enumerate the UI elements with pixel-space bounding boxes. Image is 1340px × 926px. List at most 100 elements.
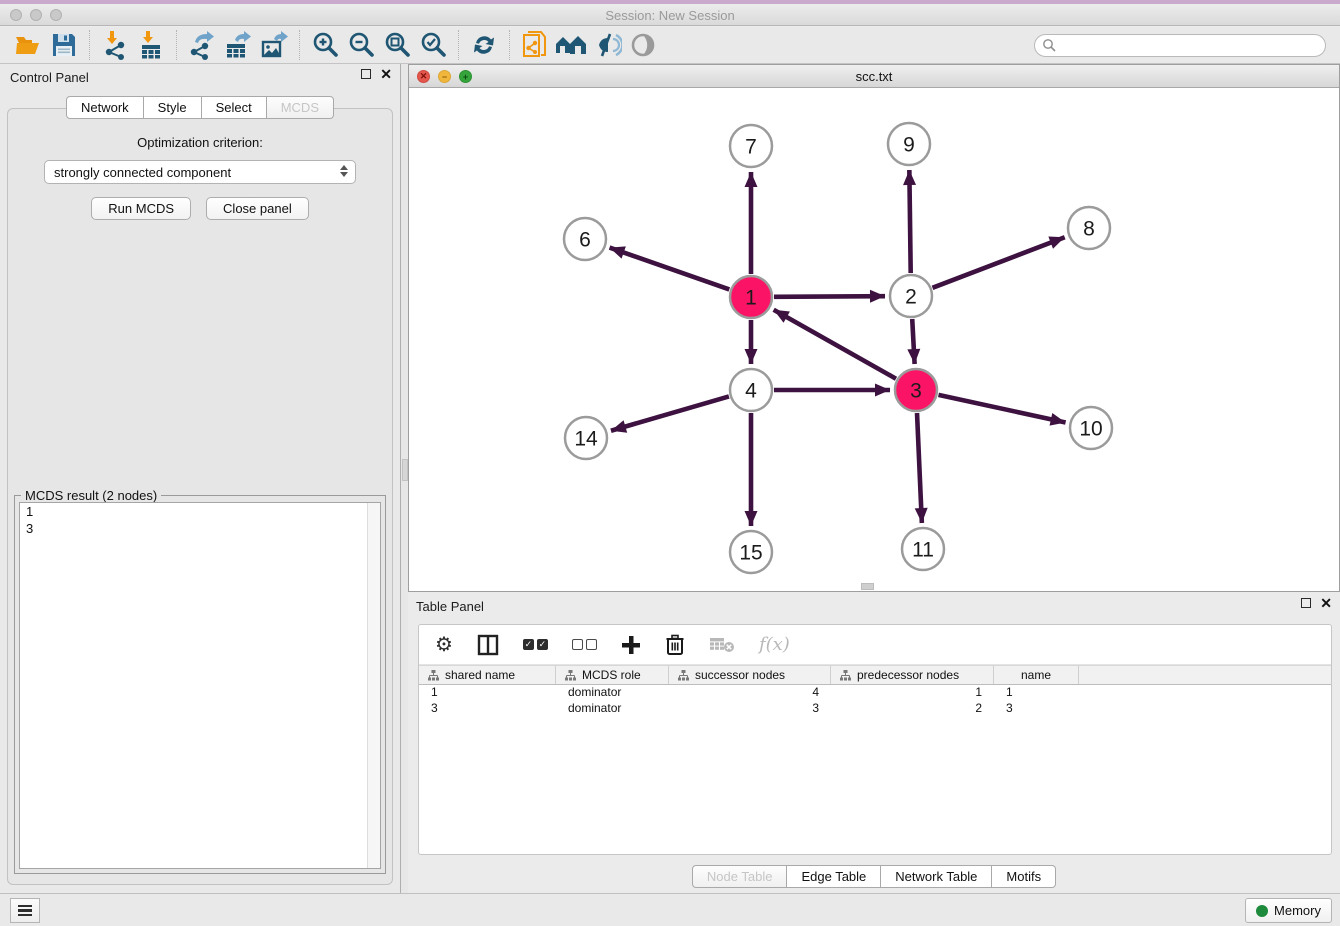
graph-edge-arrowhead (745, 172, 758, 187)
table-toolbar: ⚙ ✓✓ f(x) (419, 625, 1331, 665)
graph-edge-1-6[interactable] (610, 248, 730, 290)
column-header-label: successor nodes (695, 668, 785, 682)
close-panel-button[interactable]: Close panel (206, 197, 309, 220)
graph-edge-arrowhead (870, 290, 885, 303)
mcds-panel: Optimization criterion: strongly connect… (7, 108, 393, 885)
split-columns-icon[interactable] (477, 634, 499, 656)
graph-edge-3-10[interactable] (938, 395, 1065, 423)
open-session-icon[interactable] (10, 29, 46, 61)
graph-edge-3-11[interactable] (917, 413, 922, 523)
graph-edge-arrowhead (611, 420, 627, 432)
column-header-MCDS-role[interactable]: MCDS role (556, 666, 669, 684)
function-builder-icon[interactable]: f(x) (759, 634, 790, 655)
export-table-icon[interactable] (220, 29, 256, 61)
graph-edge-arrowhead (610, 246, 626, 258)
column-header-name[interactable]: name (994, 666, 1079, 684)
network-canvas[interactable]: 7968124314101511 (409, 88, 1339, 591)
network-view-window: ✕ − + scc.txt 7968124314101511 (408, 64, 1340, 592)
run-mcds-button[interactable]: Run MCDS (91, 197, 191, 220)
table-row[interactable]: 1dominator411 (419, 685, 1331, 701)
graph-edge-2-9[interactable] (909, 170, 910, 273)
graph-node-label: 9 (903, 133, 915, 156)
column-type-icon (678, 670, 689, 681)
zoom-out-icon[interactable] (343, 29, 379, 61)
column-header-label: MCDS role (582, 668, 641, 682)
table-row[interactable]: 3dominator323 (419, 701, 1331, 717)
column-type-icon (840, 670, 851, 681)
tab-style[interactable]: Style (144, 96, 202, 119)
column-header-shared-name[interactable]: shared name (419, 666, 556, 684)
add-column-icon[interactable] (621, 635, 641, 655)
import-table-icon[interactable] (133, 29, 169, 61)
table-header-row: shared name MCDS role successor nodes prede… (419, 665, 1331, 685)
table-cell: 1 (994, 685, 1079, 701)
tab-network[interactable]: Network (66, 96, 144, 119)
node-table-card: ⚙ ✓✓ f(x) shared name MCDS role successor … (418, 624, 1332, 855)
graph-edge-arrowhead (915, 508, 928, 523)
close-table-panel-icon[interactable]: ✕ (1320, 598, 1332, 608)
table-tabs: Node Table Edge Table Network Table Moti… (408, 865, 1340, 888)
graph-node-label: 14 (574, 427, 598, 450)
gear-icon[interactable]: ⚙ (435, 635, 453, 655)
mcds-result-item: 3 (20, 520, 380, 537)
zoom-in-icon[interactable] (307, 29, 343, 61)
graph-edge-arrowhead (907, 349, 920, 364)
close-panel-icon[interactable]: ✕ (380, 69, 392, 79)
status-bar: Memory (0, 893, 1340, 926)
zoom-fit-icon[interactable] (379, 29, 415, 61)
result-scrollbar[interactable] (367, 503, 380, 868)
graph-edge-2-8[interactable] (932, 237, 1064, 288)
memory-button[interactable]: Memory (1245, 898, 1332, 923)
toolbar-separator (509, 30, 510, 60)
toolbar-separator (299, 30, 300, 60)
table-cell: 3 (669, 701, 831, 717)
first-neighbors-icon[interactable] (553, 29, 589, 61)
graph-node-label: 6 (579, 228, 591, 251)
graph-node-label: 4 (745, 379, 757, 402)
column-header-successor-nodes[interactable]: successor nodes (669, 666, 831, 684)
select-all-columns-icon[interactable]: ✓✓ (523, 639, 548, 650)
graph-edge-4-14[interactable] (611, 396, 729, 430)
graph-node-label: 7 (745, 135, 757, 158)
column-header-predecessor-nodes[interactable]: predecessor nodes (831, 666, 994, 684)
table-cell: 3 (419, 701, 556, 717)
hide-selected-icon[interactable] (589, 29, 625, 61)
graph-node-label: 2 (905, 285, 917, 308)
criterion-value: strongly connected component (54, 165, 231, 180)
tab-select[interactable]: Select (202, 96, 267, 119)
export-image-icon[interactable] (256, 29, 292, 61)
column-header-label: name (1021, 668, 1051, 682)
tab-network-table[interactable]: Network Table (881, 865, 992, 888)
float-panel-icon[interactable] (361, 69, 371, 79)
new-network-icon[interactable] (517, 29, 553, 61)
tab-motifs[interactable]: Motifs (992, 865, 1056, 888)
graph-node-label: 1 (745, 286, 757, 309)
float-table-panel-icon[interactable] (1301, 598, 1311, 608)
graph-edge-3-1[interactable] (774, 310, 896, 379)
refresh-icon[interactable] (466, 29, 502, 61)
main-toolbar (0, 27, 1340, 64)
mcds-result-list[interactable]: 1 3 (19, 502, 381, 869)
show-all-icon[interactable] (625, 29, 661, 61)
search-input[interactable] (1034, 34, 1326, 57)
export-network-icon[interactable] (184, 29, 220, 61)
tab-node-table[interactable]: Node Table (692, 865, 788, 888)
delete-table-icon[interactable] (709, 636, 735, 654)
zoom-selected-icon[interactable] (415, 29, 451, 61)
graph-edge-arrowhead (903, 170, 916, 185)
app-title: Session: New Session (0, 8, 1340, 23)
toolbar-separator (176, 30, 177, 60)
canvas-resize-grip[interactable] (861, 583, 874, 590)
network-window-titlebar[interactable]: ✕ − + scc.txt (409, 65, 1339, 88)
criterion-select[interactable]: strongly connected component (44, 160, 356, 184)
graph-edge-1-2[interactable] (774, 296, 885, 297)
import-network-icon[interactable] (97, 29, 133, 61)
tab-edge-table[interactable]: Edge Table (787, 865, 881, 888)
save-session-icon[interactable] (46, 29, 82, 61)
panel-splitter[interactable] (400, 64, 408, 893)
deselect-all-columns-icon[interactable] (572, 639, 597, 650)
task-history-button[interactable] (10, 898, 40, 923)
delete-column-icon[interactable] (665, 634, 685, 656)
control-panel: Control Panel ✕ Network Style Select MCD… (0, 64, 400, 893)
tab-mcds[interactable]: MCDS (267, 96, 334, 119)
